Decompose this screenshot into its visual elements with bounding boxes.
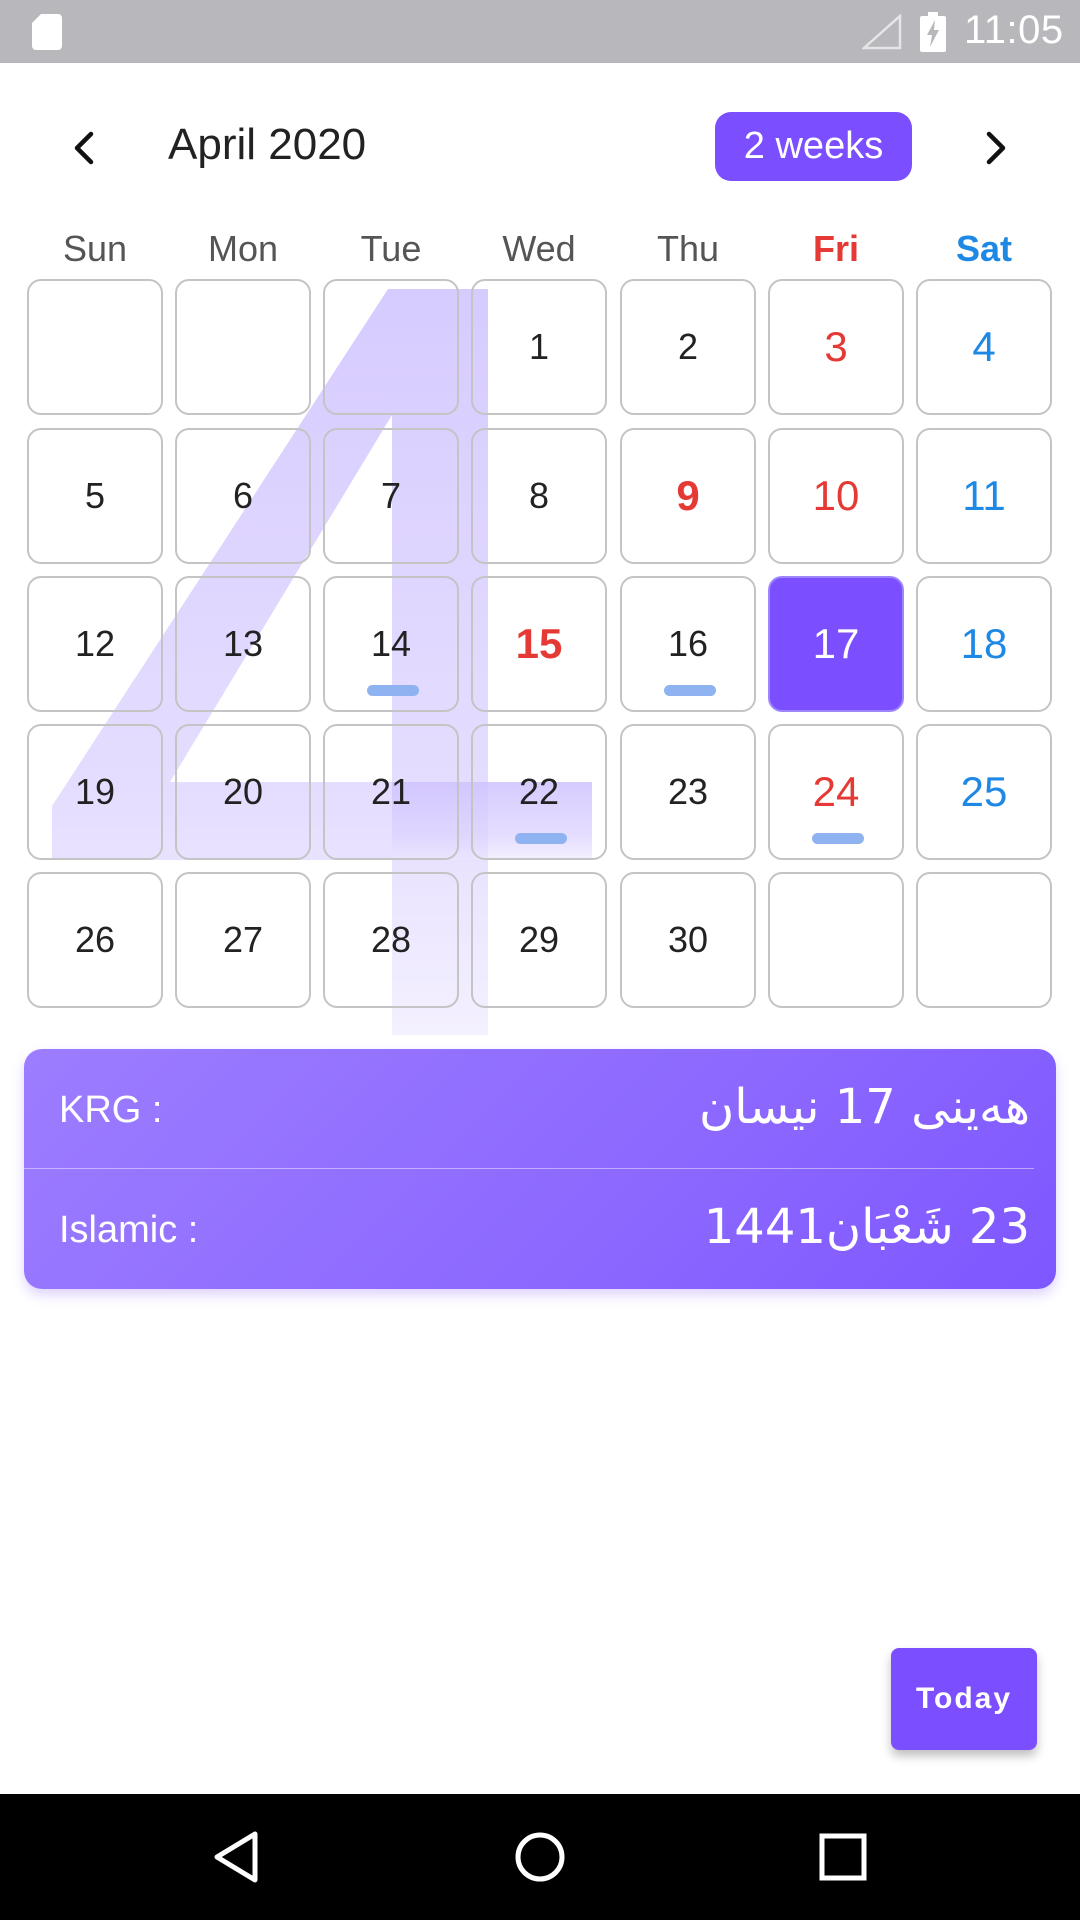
day-number: 30 — [667, 919, 709, 960]
day-number: 25 — [960, 768, 1008, 815]
day-cell-11[interactable]: 11 — [916, 428, 1052, 564]
day-cell-21[interactable]: 21 — [323, 724, 459, 860]
islamic-date-value: 23 شَعْبَان1441 — [703, 1199, 1030, 1255]
day-number: 22 — [518, 771, 560, 812]
day-number: 18 — [960, 620, 1008, 667]
day-number: 10 — [812, 472, 860, 519]
day-number: 15 — [515, 620, 563, 667]
day-cell-2[interactable]: 2 — [620, 279, 756, 415]
day-cell-29[interactable]: 29 — [471, 872, 607, 1008]
day-cell-24[interactable]: 24 — [768, 724, 904, 860]
empty-day-cell — [323, 279, 459, 415]
day-number: 1 — [528, 326, 550, 367]
recents-icon — [819, 1833, 867, 1881]
day-cell-18[interactable]: 18 — [916, 576, 1052, 712]
day-cell-9[interactable]: 9 — [620, 428, 756, 564]
day-cell-1[interactable]: 1 — [471, 279, 607, 415]
day-number: 17 — [812, 620, 860, 667]
day-cell-19[interactable]: 19 — [27, 724, 163, 860]
empty-day-cell — [27, 279, 163, 415]
day-cell-6[interactable]: 6 — [175, 428, 311, 564]
empty-day-cell — [175, 279, 311, 415]
day-cell-15[interactable]: 15 — [471, 576, 607, 712]
day-cell-30[interactable]: 30 — [620, 872, 756, 1008]
day-number: 4 — [972, 323, 996, 370]
day-cell-23[interactable]: 23 — [620, 724, 756, 860]
day-cell-8[interactable]: 8 — [471, 428, 607, 564]
day-number: 16 — [667, 623, 709, 664]
islamic-label: Islamic : — [59, 1209, 199, 1251]
day-number: 24 — [812, 768, 860, 815]
day-number: 11 — [962, 472, 1006, 519]
calendar-grid: 1 2 3 4 5 6 7 8 9 10 11 12 13 14 15 16 17 18 19 20 21 22 23 24 2… — [0, 0, 1080, 1040]
day-cell-17[interactable]: 17 — [768, 576, 904, 712]
day-cell-16[interactable]: 16 — [620, 576, 756, 712]
day-cell-4[interactable]: 4 — [916, 279, 1052, 415]
day-number: 2 — [677, 326, 699, 367]
back-icon — [214, 1831, 258, 1883]
day-cell-10[interactable]: 10 — [768, 428, 904, 564]
home-button[interactable] — [500, 1820, 580, 1894]
event-indicator — [812, 833, 864, 844]
day-cell-25[interactable]: 25 — [916, 724, 1052, 860]
home-icon — [515, 1832, 565, 1882]
day-number: 26 — [74, 919, 116, 960]
day-number: 5 — [84, 475, 106, 516]
day-cell-3[interactable]: 3 — [768, 279, 904, 415]
day-number: 27 — [222, 919, 264, 960]
day-number: 29 — [518, 919, 560, 960]
day-cell-28[interactable]: 28 — [323, 872, 459, 1008]
islamic-date-row: Islamic : 23 شَعْبَان1441 — [24, 1169, 1056, 1274]
event-indicator — [515, 833, 567, 844]
day-number: 20 — [222, 771, 264, 812]
event-indicator — [664, 685, 716, 696]
day-cell-13[interactable]: 13 — [175, 576, 311, 712]
back-button[interactable] — [196, 1820, 276, 1894]
day-number: 23 — [667, 771, 709, 812]
info-card-divider — [24, 1168, 1034, 1169]
day-cell-22[interactable]: 22 — [471, 724, 607, 860]
event-indicator — [367, 685, 419, 696]
day-number: 3 — [824, 323, 848, 370]
day-number: 8 — [528, 475, 550, 516]
day-cell-12[interactable]: 12 — [27, 576, 163, 712]
day-number: 7 — [380, 475, 402, 516]
day-cell-7[interactable]: 7 — [323, 428, 459, 564]
day-number: 19 — [74, 771, 116, 812]
empty-day-cell — [916, 872, 1052, 1008]
day-number: 12 — [74, 623, 116, 664]
system-navigation-bar — [0, 1794, 1080, 1920]
day-cell-27[interactable]: 27 — [175, 872, 311, 1008]
krg-date-row: KRG : هەینی 17 نیسان — [24, 1049, 1056, 1154]
day-number: 14 — [370, 623, 412, 664]
day-number: 21 — [370, 771, 412, 812]
day-number: 28 — [370, 919, 412, 960]
day-number: 9 — [676, 472, 700, 519]
day-number: 13 — [222, 623, 264, 664]
day-number: 6 — [232, 475, 254, 516]
day-cell-5[interactable]: 5 — [27, 428, 163, 564]
krg-label: KRG : — [59, 1089, 163, 1131]
empty-day-cell — [768, 872, 904, 1008]
day-cell-20[interactable]: 20 — [175, 724, 311, 860]
day-cell-26[interactable]: 26 — [27, 872, 163, 1008]
date-info-card: KRG : هەینی 17 نیسان Islamic : 23 شَعْبَ… — [24, 1049, 1056, 1289]
day-cell-14[interactable]: 14 — [323, 576, 459, 712]
recents-button[interactable] — [803, 1820, 883, 1894]
krg-date-value: هەینی 17 نیسان — [698, 1079, 1030, 1135]
today-button[interactable]: Today — [891, 1648, 1037, 1750]
